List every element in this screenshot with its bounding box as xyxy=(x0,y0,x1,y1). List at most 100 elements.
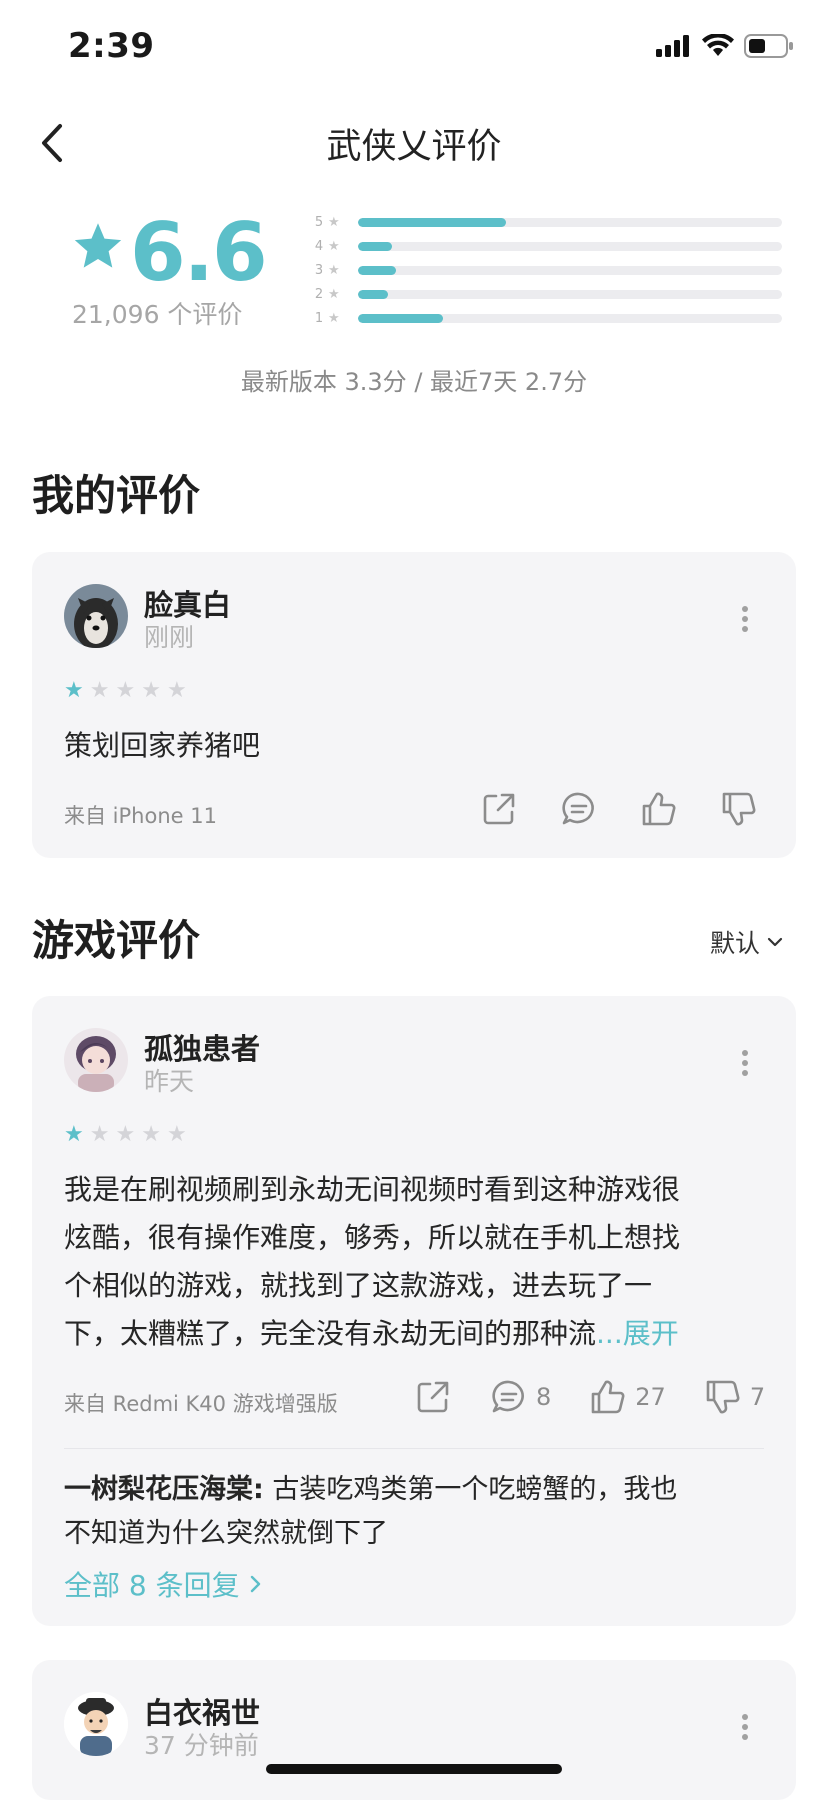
comment-icon[interactable] xyxy=(560,790,598,828)
comment-button[interactable]: 8 xyxy=(490,1378,551,1416)
star-level: 5 xyxy=(314,214,324,230)
my-review-section-title: 我的评价 xyxy=(32,471,201,520)
thumbs-up-icon[interactable] xyxy=(640,790,678,828)
rating-count: 21,096 个评价 xyxy=(72,300,243,329)
like-count: 27 xyxy=(635,1383,666,1411)
review-stars: ★ ★ ★ ★ ★ xyxy=(64,1124,187,1146)
anime-avatar-image xyxy=(64,1028,128,1092)
rating-bar-fill xyxy=(358,217,507,227)
review-line: 下，太糟糕了，完全没有永劫无间的那种流...展开 xyxy=(64,1317,679,1350)
rating-bar-fill xyxy=(358,313,443,323)
version-rating-line: 最新版本 3.3分 / 最近7天 2.7分 xyxy=(240,368,588,396)
star-icon: ★ xyxy=(115,1122,136,1147)
rating-bar-fill xyxy=(358,265,397,275)
rating-bar-fill xyxy=(358,241,392,251)
avatar[interactable] xyxy=(64,584,128,648)
sort-dropdown[interactable]: 默认 xyxy=(710,924,784,960)
review-source: 来自 iPhone 11 xyxy=(64,804,217,828)
star-icon: ★ xyxy=(64,1122,84,1147)
star-icon: ★ xyxy=(141,1122,161,1147)
review-text: 策划回家养猪吧 xyxy=(64,729,261,762)
expand-link[interactable]: ...展开 xyxy=(596,1317,679,1350)
star-icon: ★ xyxy=(328,286,340,302)
status-time: 2:39 xyxy=(68,26,155,66)
status-icons xyxy=(656,34,794,58)
rating-bar-track xyxy=(358,217,782,227)
rating-score: 6.6 xyxy=(130,206,268,299)
reply-line: 不知道为什么突然就倒下了 xyxy=(64,1518,388,1549)
rating-bar-row: 1 ★ xyxy=(312,306,782,330)
share-button[interactable] xyxy=(414,1378,452,1416)
star-icon: ★ xyxy=(166,1122,187,1147)
star-icon: ★ xyxy=(115,678,136,703)
review-line: 我是在刷视频刷到永劫无间视频时看到这种游戏很 xyxy=(64,1173,681,1206)
review-time: 昨天 xyxy=(144,1067,195,1096)
comment-count: 8 xyxy=(536,1383,552,1411)
chevron-right-icon xyxy=(250,1575,260,1593)
game-review-card: 孤独患者 昨天 ★ ★ ★ ★ ★ 我是在刷视频刷到永劫无间视频时看到这种游戏很 炫酷，… xyxy=(32,996,796,1626)
sort-label: 默认 xyxy=(710,929,761,958)
review-actions: 8 27 7 xyxy=(414,1378,765,1416)
review-line: 个相似的游戏，就找到了这款游戏，进去玩了一 xyxy=(64,1269,653,1302)
dislike-button[interactable]: 7 xyxy=(704,1378,765,1416)
share-icon[interactable] xyxy=(480,790,518,828)
review-line: 炫酷，很有操作难度，够秀，所以就在手机上想找 xyxy=(64,1221,681,1254)
comment-icon xyxy=(492,1380,524,1413)
thumbs-up-icon xyxy=(591,1380,625,1414)
game-review-card: 白衣祸世 37 分钟前 xyxy=(32,1660,796,1800)
review-time: 刚刚 xyxy=(144,623,195,652)
avatar[interactable] xyxy=(64,1028,128,1092)
reply-user: 一树梨花压海棠: xyxy=(64,1474,264,1505)
rating-bar-track xyxy=(358,241,782,251)
star-level: 4 xyxy=(314,238,324,254)
star-level: 1 xyxy=(314,310,324,326)
all-replies-label: 全部 8 条回复 xyxy=(64,1569,240,1602)
my-review-card: 脸真白 刚刚 ★ ★ ★ ★ ★ 策划回家养猪吧 来自 iPhone 11 xyxy=(32,552,796,858)
page-title: 武侠乂评价 xyxy=(326,127,502,167)
signal-icon xyxy=(656,35,689,57)
review-text: 我是在刷视频刷到永劫无间视频时看到这种游戏很 炫酷，很有操作难度，够秀，所以就在… xyxy=(64,1166,764,1358)
divider xyxy=(64,1448,764,1449)
star-icon: ★ xyxy=(328,214,340,230)
review-time: 37 分钟前 xyxy=(144,1731,259,1760)
rating-bar-row: 2 ★ xyxy=(312,282,782,306)
home-indicator[interactable] xyxy=(266,1764,562,1774)
review-stars: ★ ★ ★ ★ ★ xyxy=(64,680,187,702)
star-icon: ★ xyxy=(89,1122,110,1147)
avatar[interactable] xyxy=(64,1692,128,1756)
star-level: 3 xyxy=(314,262,324,278)
rating-bar-track xyxy=(358,265,782,275)
game-reviews-section-title: 游戏评价 xyxy=(32,916,201,965)
dislike-count: 7 xyxy=(749,1383,766,1411)
star-icon: ★ xyxy=(141,678,161,703)
star-icon: ★ xyxy=(64,678,84,703)
star-level: 2 xyxy=(314,286,324,302)
review-source: 来自 Redmi K40 游戏增强版 xyxy=(64,1392,338,1416)
star-icon: ★ xyxy=(328,238,340,254)
star-icon: ★ xyxy=(328,310,340,326)
like-button[interactable]: 27 xyxy=(589,1378,666,1416)
more-options-icon[interactable] xyxy=(740,604,750,634)
star-icon: ★ xyxy=(166,678,187,703)
rating-bar-row: 4 ★ xyxy=(312,234,782,258)
rating-bar-row: 3 ★ xyxy=(312,258,782,282)
rating-bar-fill xyxy=(358,289,388,299)
star-icon: ★ xyxy=(328,262,340,278)
star-icon xyxy=(74,223,122,268)
star-icon: ★ xyxy=(89,678,110,703)
reply-text: 古装吃鸡类第一个吃螃蟹的，我也 xyxy=(263,1474,678,1505)
rating-distribution: 5 ★ 4 ★ 3 ★ 2 ★ 1 ★ xyxy=(312,210,782,330)
reply-line: 一树梨花压海棠: 古装吃鸡类第一个吃螃蟹的，我也 xyxy=(64,1468,774,1512)
more-options-icon[interactable] xyxy=(740,1712,750,1742)
thumbs-down-icon[interactable] xyxy=(720,790,758,828)
rating-bar-track xyxy=(358,313,782,323)
share-icon xyxy=(417,1381,449,1413)
all-replies-link[interactable]: 全部 8 条回复 xyxy=(64,1564,264,1604)
wifi-icon xyxy=(702,34,734,56)
rating-bar-track xyxy=(358,289,782,299)
chevron-down-icon xyxy=(767,937,783,947)
reply-preview[interactable]: 一树梨花压海棠: 古装吃鸡类第一个吃螃蟹的，我也 不知道为什么突然就倒下了 xyxy=(64,1468,774,1556)
cartoon-avatar-image xyxy=(64,1692,128,1756)
dog-avatar-image xyxy=(64,584,128,648)
more-options-icon[interactable] xyxy=(740,1048,750,1078)
